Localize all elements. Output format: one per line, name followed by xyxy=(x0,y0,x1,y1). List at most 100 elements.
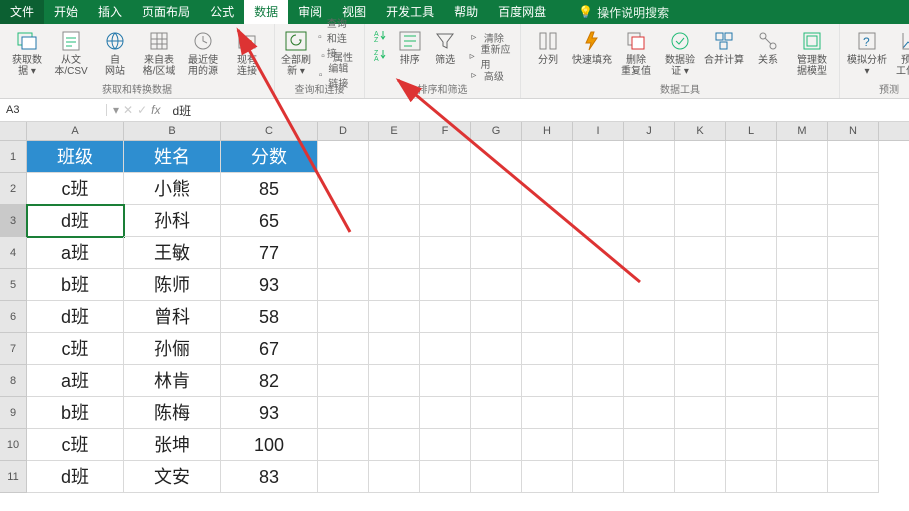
cell-A11[interactable]: d班 xyxy=(27,461,124,493)
cell-A3[interactable]: d班 xyxy=(27,205,124,237)
cell-E8[interactable] xyxy=(369,365,420,397)
cell-N4[interactable] xyxy=(828,237,879,269)
cell-J8[interactable] xyxy=(624,365,675,397)
cell-A1[interactable]: 班级 xyxy=(27,141,124,173)
cell-N1[interactable] xyxy=(828,141,879,173)
cell-G5[interactable] xyxy=(471,269,522,301)
cell-E4[interactable] xyxy=(369,237,420,269)
row-header-10[interactable]: 10 xyxy=(0,429,27,461)
tab-百度网盘[interactable]: 百度网盘 xyxy=(488,0,556,24)
row-header-11[interactable]: 11 xyxy=(0,461,27,493)
cell-N7[interactable] xyxy=(828,333,879,365)
cell-F8[interactable] xyxy=(420,365,471,397)
filter-button[interactable]: 筛选 xyxy=(428,26,461,66)
cell-D6[interactable] xyxy=(318,301,369,333)
cell-K9[interactable] xyxy=(675,397,726,429)
cell-K5[interactable] xyxy=(675,269,726,301)
cell-F1[interactable] xyxy=(420,141,471,173)
cell-K8[interactable] xyxy=(675,365,726,397)
g4-btn-4[interactable]: 合并计算 xyxy=(703,26,745,66)
cell-E6[interactable] xyxy=(369,301,420,333)
row-header-9[interactable]: 9 xyxy=(0,397,27,429)
cell-I2[interactable] xyxy=(573,173,624,205)
row-header-4[interactable]: 4 xyxy=(0,237,27,269)
g1-btn-5[interactable]: 现有 连接 xyxy=(226,26,268,77)
cell-A2[interactable]: c班 xyxy=(27,173,124,205)
col-header-A[interactable]: A xyxy=(27,122,124,140)
cell-D2[interactable] xyxy=(318,173,369,205)
g4-btn-1[interactable]: 快速填充 xyxy=(571,26,613,66)
cell-I1[interactable] xyxy=(573,141,624,173)
cell-L5[interactable] xyxy=(726,269,777,301)
cell-E1[interactable] xyxy=(369,141,420,173)
cell-C11[interactable]: 83 xyxy=(221,461,318,493)
cell-I11[interactable] xyxy=(573,461,624,493)
cell-C4[interactable]: 77 xyxy=(221,237,318,269)
cell-J3[interactable] xyxy=(624,205,675,237)
sort-button[interactable]: 排序 xyxy=(393,26,426,66)
filter-高级[interactable]: ▹高级 xyxy=(464,66,514,84)
cell-F10[interactable] xyxy=(420,429,471,461)
cell-C7[interactable]: 67 xyxy=(221,333,318,365)
g1-btn-0[interactable]: 获取数 据 ▾ xyxy=(6,26,48,77)
cell-D5[interactable] xyxy=(318,269,369,301)
query-编辑链接[interactable]: ▫编辑链接 xyxy=(313,66,358,84)
cell-G11[interactable] xyxy=(471,461,522,493)
cell-H3[interactable] xyxy=(522,205,573,237)
cell-J5[interactable] xyxy=(624,269,675,301)
cell-I9[interactable] xyxy=(573,397,624,429)
formula-input[interactable]: d班 xyxy=(167,102,198,119)
cell-B3[interactable]: 孙科 xyxy=(124,205,221,237)
cell-A5[interactable]: b班 xyxy=(27,269,124,301)
cell-K10[interactable] xyxy=(675,429,726,461)
cell-N11[interactable] xyxy=(828,461,879,493)
tab-公式[interactable]: 公式 xyxy=(200,0,244,24)
cell-F4[interactable] xyxy=(420,237,471,269)
cell-D4[interactable] xyxy=(318,237,369,269)
cell-C2[interactable]: 85 xyxy=(221,173,318,205)
cancel-icon[interactable]: ✕ xyxy=(123,103,133,117)
row-header-7[interactable]: 7 xyxy=(0,333,27,365)
cell-L4[interactable] xyxy=(726,237,777,269)
col-header-D[interactable]: D xyxy=(318,122,369,140)
tab-页面布局[interactable]: 页面布局 xyxy=(132,0,200,24)
cell-B9[interactable]: 陈梅 xyxy=(124,397,221,429)
cell-N9[interactable] xyxy=(828,397,879,429)
col-header-J[interactable]: J xyxy=(624,122,675,140)
cell-L11[interactable] xyxy=(726,461,777,493)
cell-I6[interactable] xyxy=(573,301,624,333)
cell-G4[interactable] xyxy=(471,237,522,269)
cell-C3[interactable]: 65 xyxy=(221,205,318,237)
cell-J2[interactable] xyxy=(624,173,675,205)
cell-J11[interactable] xyxy=(624,461,675,493)
cell-H5[interactable] xyxy=(522,269,573,301)
cell-F2[interactable] xyxy=(420,173,471,205)
cell-J4[interactable] xyxy=(624,237,675,269)
row-header-5[interactable]: 5 xyxy=(0,269,27,301)
cell-G10[interactable] xyxy=(471,429,522,461)
fx-icon[interactable]: fx xyxy=(151,103,160,117)
g4-btn-0[interactable]: 分列 xyxy=(527,26,569,66)
col-header-I[interactable]: I xyxy=(573,122,624,140)
cell-H8[interactable] xyxy=(522,365,573,397)
cell-L1[interactable] xyxy=(726,141,777,173)
g4-btn-3[interactable]: 数据验 证 ▾ xyxy=(659,26,701,77)
cell-F5[interactable] xyxy=(420,269,471,301)
cell-H11[interactable] xyxy=(522,461,573,493)
cell-F6[interactable] xyxy=(420,301,471,333)
row-header-6[interactable]: 6 xyxy=(0,301,27,333)
cell-H7[interactable] xyxy=(522,333,573,365)
cell-F9[interactable] xyxy=(420,397,471,429)
col-header-K[interactable]: K xyxy=(675,122,726,140)
cell-G2[interactable] xyxy=(471,173,522,205)
col-header-G[interactable]: G xyxy=(471,122,522,140)
row-header-3[interactable]: 3 xyxy=(0,205,27,237)
cell-M1[interactable] xyxy=(777,141,828,173)
cell-E11[interactable] xyxy=(369,461,420,493)
cell-D3[interactable] xyxy=(318,205,369,237)
cell-K6[interactable] xyxy=(675,301,726,333)
col-header-H[interactable]: H xyxy=(522,122,573,140)
cell-I4[interactable] xyxy=(573,237,624,269)
cell-L7[interactable] xyxy=(726,333,777,365)
cell-E3[interactable] xyxy=(369,205,420,237)
